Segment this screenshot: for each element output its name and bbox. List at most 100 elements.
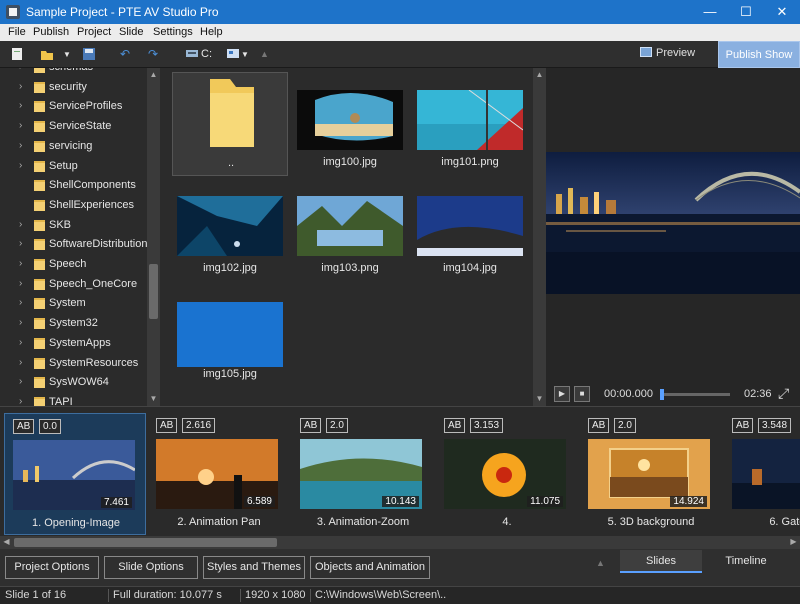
file-item[interactable]: img102.jpg xyxy=(172,178,288,282)
tree-scrollbar[interactable]: ▲ ▼ xyxy=(147,68,160,406)
scroll-right-arrow[interactable]: ▶ xyxy=(787,537,800,546)
collapse-arrow-icon[interactable]: ▲ xyxy=(596,558,605,568)
menu-file[interactable]: File xyxy=(8,26,26,38)
open-dropdown-icon[interactable]: ▼ xyxy=(63,50,71,59)
close-button[interactable]: ✕ xyxy=(764,0,800,24)
menu-help[interactable]: Help xyxy=(200,26,223,38)
tree-scroll-thumb[interactable] xyxy=(149,264,158,319)
transition-ab-badge[interactable]: AB xyxy=(732,418,754,433)
tree-item[interactable]: › Speech xyxy=(0,255,147,275)
chevron-right-icon[interactable]: › xyxy=(19,140,22,151)
tree-item[interactable]: ShellComponents xyxy=(0,176,147,196)
transition-ab-badge[interactable]: AB xyxy=(300,418,322,433)
menu-project[interactable]: Project xyxy=(77,26,111,38)
file-item[interactable]: img105.jpg xyxy=(172,284,288,388)
file-item[interactable]: img103.png xyxy=(292,178,408,282)
preview-button[interactable]: Preview xyxy=(640,47,695,59)
slide-thumbnail[interactable]: AB 2.616 6.589 2. Animation Pan xyxy=(148,413,290,535)
tab-slides[interactable]: Slides xyxy=(620,550,702,573)
slide-thumbnail[interactable]: AB 2.0 14.924 5. 3D background xyxy=(580,413,722,535)
slide-thumbnail[interactable]: AB 3.153 11.075 4. xyxy=(436,413,578,535)
tree-item[interactable]: › Setup xyxy=(0,157,147,177)
slide-thumbnail[interactable]: AB 3.548 6. Gates -t xyxy=(724,413,800,535)
undo-icon[interactable]: ↶ xyxy=(120,47,130,61)
scroll-down-arrow[interactable]: ▼ xyxy=(533,394,546,403)
project-options-button[interactable]: Project Options xyxy=(5,556,99,579)
file-item[interactable]: img104.jpg xyxy=(412,178,528,282)
chevron-right-icon[interactable]: › xyxy=(19,297,22,308)
minimize-button[interactable]: — xyxy=(692,0,728,24)
tree-item[interactable]: › System32 xyxy=(0,314,147,334)
strip-scrollbar[interactable]: ◀ ▶ xyxy=(0,536,800,549)
view-mode-icon[interactable] xyxy=(226,47,240,62)
scroll-up-arrow[interactable]: ▲ xyxy=(147,70,160,79)
parent-folder-item[interactable]: .. xyxy=(172,72,288,176)
tree-item[interactable]: ShellExperiences xyxy=(0,196,147,216)
tab-timeline[interactable]: Timeline xyxy=(705,550,787,573)
new-project-icon[interactable] xyxy=(10,47,24,64)
slide-thumbnail[interactable]: AB 2.0 10.143 3. Animation-Zoom xyxy=(292,413,434,535)
transition-ab-badge[interactable]: AB xyxy=(156,418,178,433)
tree-item[interactable]: › ServiceState xyxy=(0,117,147,137)
chevron-right-icon[interactable]: › xyxy=(19,337,22,348)
progress-track[interactable] xyxy=(660,393,730,396)
styles-themes-button[interactable]: Styles and Themes xyxy=(203,556,305,579)
transition-time-badge[interactable]: 0.0 xyxy=(39,419,61,434)
publish-show-button[interactable]: Publish Show xyxy=(718,41,800,68)
chevron-right-icon[interactable]: › xyxy=(19,317,22,328)
menu-slide[interactable]: Slide xyxy=(119,26,143,38)
transition-time-badge[interactable]: 2.0 xyxy=(614,418,636,433)
files-scrollbar[interactable]: ▲ ▼ xyxy=(533,68,546,406)
save-icon[interactable] xyxy=(82,47,96,64)
transition-time-badge[interactable]: 3.548 xyxy=(758,418,792,433)
chevron-right-icon[interactable]: › xyxy=(19,68,22,72)
transition-time-badge[interactable]: 3.153 xyxy=(470,418,504,433)
chevron-right-icon[interactable]: › xyxy=(19,238,22,249)
objects-animation-button[interactable]: Objects and Animation xyxy=(310,556,430,579)
transition-time-badge[interactable]: 2.0 xyxy=(326,418,348,433)
play-button[interactable]: ▶ xyxy=(554,386,570,402)
view-dropdown-icon[interactable]: ▼ xyxy=(241,50,249,59)
drive-icon[interactable] xyxy=(185,47,199,62)
tree-item[interactable]: › schemas xyxy=(0,68,147,78)
chevron-right-icon[interactable]: › xyxy=(19,160,22,171)
stop-button[interactable]: ■ xyxy=(574,386,590,402)
tree-item[interactable]: › SysWOW64 xyxy=(0,373,147,393)
transition-ab-badge[interactable]: AB xyxy=(444,418,466,433)
file-item[interactable]: img100.jpg xyxy=(292,72,408,176)
chevron-right-icon[interactable]: › xyxy=(19,100,22,111)
fullscreen-icon[interactable]: ⤢ xyxy=(778,385,789,402)
chevron-right-icon[interactable]: › xyxy=(19,278,22,289)
open-folder-icon[interactable] xyxy=(40,47,54,64)
file-item[interactable]: img101.png xyxy=(412,72,528,176)
strip-scroll-thumb[interactable] xyxy=(14,538,277,547)
transition-ab-badge[interactable]: AB xyxy=(13,419,35,434)
tree-item[interactable]: › servicing xyxy=(0,137,147,157)
tree-item[interactable]: › System xyxy=(0,294,147,314)
slide-thumbnail[interactable]: AB 0.0 7.461 1. Opening-Image xyxy=(4,413,146,535)
menu-publish[interactable]: Publish xyxy=(33,26,69,38)
scroll-left-arrow[interactable]: ◀ xyxy=(0,537,13,546)
drive-label[interactable]: C: xyxy=(201,48,212,60)
scroll-down-arrow[interactable]: ▼ xyxy=(147,394,160,403)
folder-up-icon[interactable]: ▲ xyxy=(260,49,269,59)
chevron-right-icon[interactable]: › xyxy=(19,396,22,406)
tree-item[interactable]: › SystemApps xyxy=(0,334,147,354)
transition-ab-badge[interactable]: AB xyxy=(588,418,610,433)
chevron-right-icon[interactable]: › xyxy=(19,258,22,269)
chevron-right-icon[interactable]: › xyxy=(19,120,22,131)
tree-item[interactable]: › SoftwareDistribution xyxy=(0,235,147,255)
menu-settings[interactable]: Settings xyxy=(153,26,193,38)
tree-item[interactable]: › SKB xyxy=(0,216,147,236)
maximize-button[interactable]: ☐ xyxy=(728,0,764,24)
tree-item[interactable]: › ServiceProfiles xyxy=(0,97,147,117)
slide-options-button[interactable]: Slide Options xyxy=(104,556,198,579)
progress-knob[interactable] xyxy=(660,389,664,400)
chevron-right-icon[interactable]: › xyxy=(19,376,22,387)
tree-item[interactable]: › security xyxy=(0,78,147,98)
tree-item[interactable]: › Speech_OneCore xyxy=(0,275,147,295)
chevron-right-icon[interactable]: › xyxy=(19,219,22,230)
chevron-right-icon[interactable]: › xyxy=(19,81,22,92)
scroll-up-arrow[interactable]: ▲ xyxy=(533,70,546,79)
chevron-right-icon[interactable]: › xyxy=(19,357,22,368)
